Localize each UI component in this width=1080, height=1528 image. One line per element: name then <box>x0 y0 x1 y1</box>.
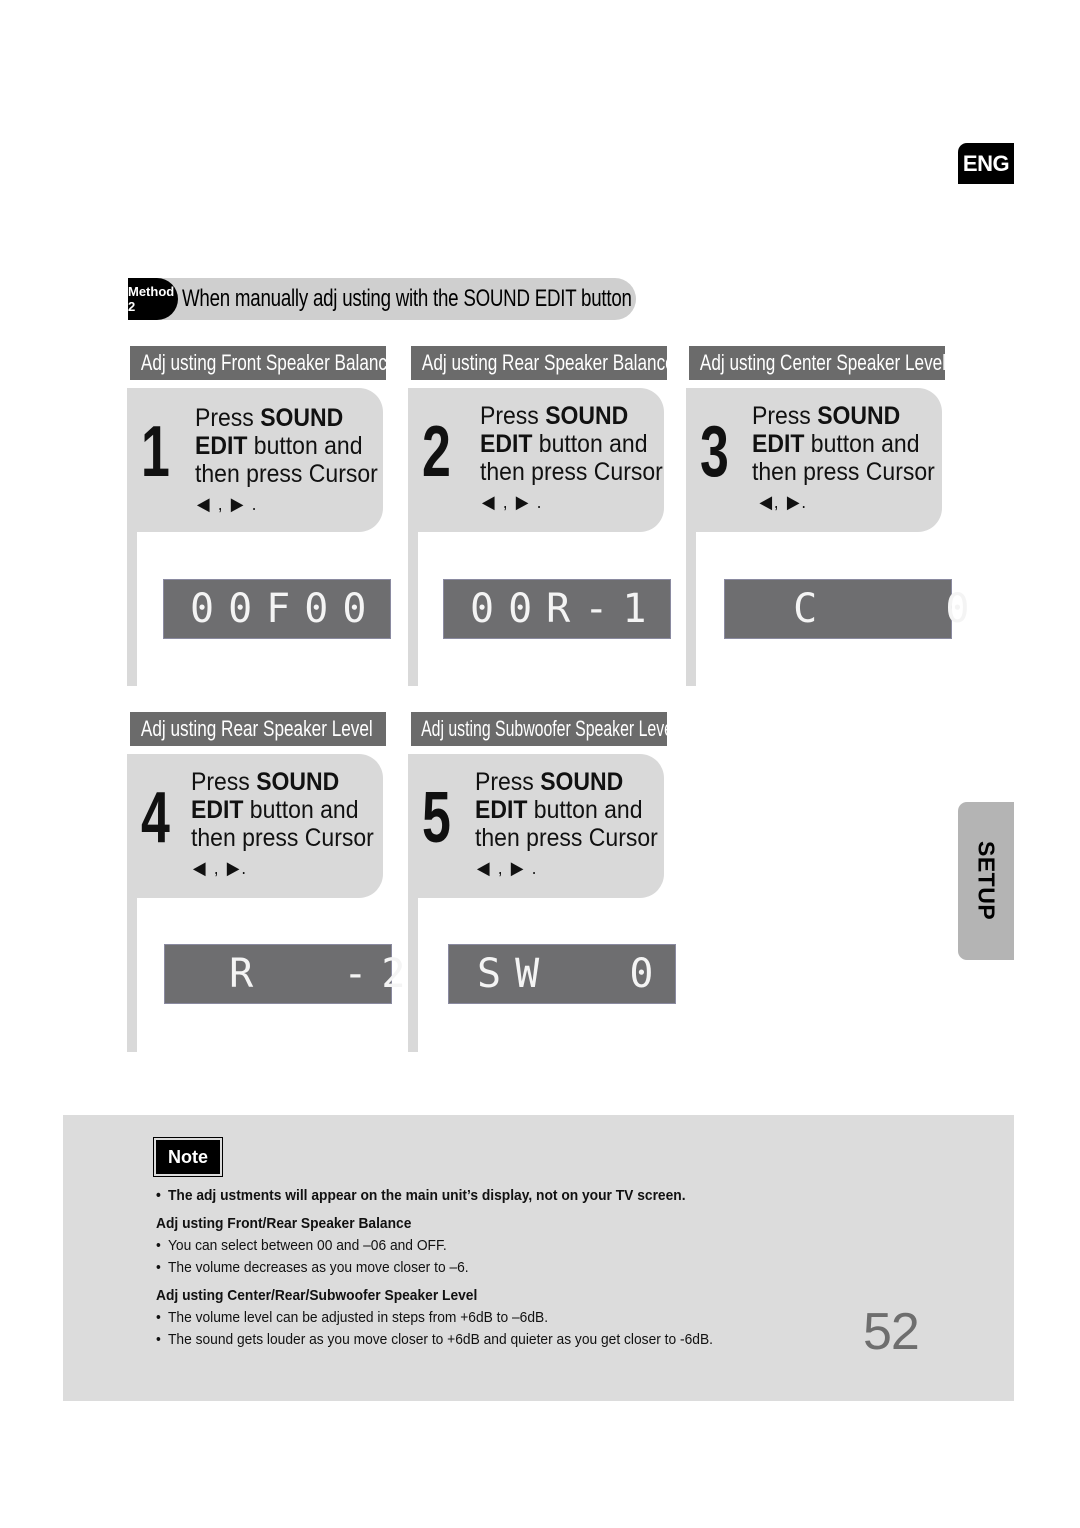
step-header: Adj usting Front Speaker Balance <box>130 346 386 380</box>
step-header: Adj usting Subwoofer Speaker Level <box>411 712 667 746</box>
display-readout-2: 00R-1 <box>443 579 671 639</box>
step-number: 2 <box>422 412 451 492</box>
step-instruction: Press SOUND EDIT button and then press C… <box>191 768 374 882</box>
step-instruction: Press SOUND EDIT button and then press C… <box>475 768 658 882</box>
display-readout-3: C 0 <box>724 579 970 639</box>
step-stem <box>408 898 418 1052</box>
cursor-arrows-icon: ◀ , ▶ . <box>481 492 544 512</box>
step-number: 3 <box>700 412 729 492</box>
step-stem <box>408 532 418 686</box>
step-stem <box>127 898 137 1052</box>
note-item: The volume level can be adjusted in step… <box>156 1307 713 1329</box>
note-lead: The adj ustments will appear on the main… <box>156 1185 713 1207</box>
language-badge: ENG <box>958 143 1014 184</box>
display-readout-4: R -2 <box>164 944 406 1004</box>
cursor-arrows-icon: ◀ , ▶ . <box>196 494 259 514</box>
cursor-arrows-icon: ◀, ▶. <box>759 492 808 512</box>
step-instruction: Press SOUND EDIT button and then press C… <box>480 402 663 516</box>
display-readout-5: SW 0 <box>448 944 676 1004</box>
display-readout-1: 00F00 <box>163 579 391 639</box>
step-header: Adj usting Rear Speaker Balance <box>411 346 667 380</box>
step-stem <box>686 532 696 686</box>
method-banner: Method 2 When manually adj usting with t… <box>128 278 636 320</box>
note-item: The sound gets louder as you move closer… <box>156 1329 713 1351</box>
step-instruction: Press SOUND EDIT button and then press C… <box>195 404 378 518</box>
note-section-title: Adj usting Center/Rear/Subwoofer Speaker… <box>156 1287 478 1304</box>
method-tag: Method 2 <box>128 278 179 320</box>
step-number: 5 <box>422 778 451 858</box>
note-item: You can select between 00 and –06 and OF… <box>156 1235 713 1257</box>
step-stem <box>127 532 137 686</box>
step-number: 1 <box>141 412 170 492</box>
cursor-arrows-icon: ◀ , ▶. <box>192 858 248 878</box>
page-number: 52 <box>863 1303 920 1361</box>
step-number: 4 <box>141 778 170 858</box>
step-header: Adj usting Center Speaker Level <box>689 346 945 380</box>
note-content: The adj ustments will appear on the main… <box>156 1185 761 1351</box>
method-title: When manually adj usting with the SOUND … <box>182 285 632 312</box>
note-label: Note <box>153 1137 223 1177</box>
note-item: The volume decreases as you move closer … <box>156 1257 713 1279</box>
step-instruction: Press SOUND EDIT button and then press C… <box>752 402 935 516</box>
cursor-arrows-icon: ◀ , ▶ . <box>476 858 539 878</box>
step-header: Adj usting Rear Speaker Level <box>130 712 386 746</box>
note-section-title: Adj usting Front/Rear Speaker Balance <box>156 1215 412 1232</box>
setup-section-tab: SETUP <box>958 802 1014 960</box>
